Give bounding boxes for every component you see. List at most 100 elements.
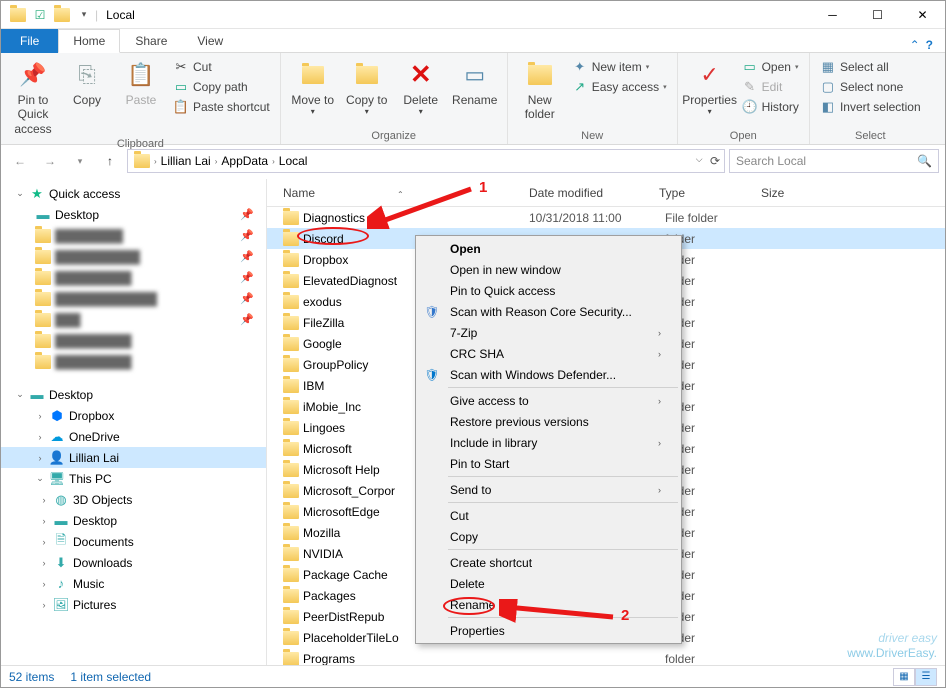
sidebar-item-blur2[interactable]: ██████████📌 <box>1 246 266 267</box>
sidebar-item-blur4[interactable]: ████████████📌 <box>1 288 266 309</box>
ctx-pin-start[interactable]: Pin to Start <box>418 453 679 474</box>
ctx-scan-reason[interactable]: 🛡Scan with Reason Core Security... <box>418 301 679 322</box>
copy-path-button[interactable]: ▭Copy path <box>171 77 272 97</box>
nav-forward-button[interactable]: → <box>37 149 63 173</box>
tab-home[interactable]: Home <box>58 29 120 53</box>
crumb-local[interactable]: Local <box>277 154 310 168</box>
sidebar-music[interactable]: ›♪Music <box>1 573 266 594</box>
ctx-7zip[interactable]: 7-Zip› <box>418 322 679 343</box>
ctx-delete[interactable]: Delete <box>418 573 679 594</box>
ctx-scan-defender[interactable]: 🛡Scan with Windows Defender... <box>418 364 679 385</box>
sidebar-pictures[interactable]: ›🖼Pictures <box>1 594 266 615</box>
sidebar-item-blur1[interactable]: ████████📌 <box>1 225 266 246</box>
cut-icon: ✂ <box>173 59 189 75</box>
sidebar-onedrive[interactable]: ›☁OneDrive <box>1 426 266 447</box>
easy-access-button[interactable]: ↗Easy access ▾ <box>570 77 669 97</box>
col-type[interactable]: Type <box>659 186 761 200</box>
qat-properties-icon[interactable]: ☑ <box>29 4 51 26</box>
history-button[interactable]: 🕘History <box>740 97 801 117</box>
copyto-icon <box>351 59 383 91</box>
crumb-lillian[interactable]: Lillian Lai <box>159 154 213 168</box>
ctx-copy[interactable]: Copy <box>418 526 679 547</box>
chevron-right-icon: › <box>658 485 661 495</box>
move-to-button[interactable]: Move to▾ <box>289 57 337 119</box>
edit-icon: ✎ <box>742 79 758 95</box>
ctx-properties[interactable]: Properties <box>418 620 679 641</box>
cut-button[interactable]: ✂Cut <box>171 57 272 77</box>
ribbon-collapse-icon[interactable]: ⌃ <box>910 38 920 52</box>
invert-selection-button[interactable]: ◧Invert selection <box>818 97 923 117</box>
nav-back-button[interactable]: ← <box>7 149 33 173</box>
properties-button[interactable]: ✓Properties▾ <box>686 57 734 119</box>
refresh-icon[interactable]: ⟳ <box>710 154 720 168</box>
pin-quick-access-button[interactable]: 📌 Pin to Quick access <box>9 57 57 138</box>
paste-button[interactable]: 📋 Paste <box>117 57 165 109</box>
file-name: FileZilla <box>303 316 344 330</box>
sidebar-this-pc[interactable]: ⌄🖥This PC <box>1 468 266 489</box>
ctx-sendto[interactable]: Send to› <box>418 479 679 500</box>
objects3d-icon: ◍ <box>53 492 69 508</box>
rename-button[interactable]: ▭Rename <box>451 57 499 109</box>
qat-newfolder-icon[interactable] <box>51 4 73 26</box>
maximize-button[interactable]: ☐ <box>855 1 900 29</box>
ctx-cut[interactable]: Cut <box>418 505 679 526</box>
qat-dropdown-icon[interactable]: ▾ <box>73 4 95 26</box>
file-name: PeerDistRepub <box>303 610 384 624</box>
ctx-give-access[interactable]: Give access to› <box>418 390 679 411</box>
sidebar-item-blur6[interactable]: █████████ <box>1 330 266 351</box>
ctx-crcsha[interactable]: CRC SHA› <box>418 343 679 364</box>
newfolder-icon <box>524 59 556 91</box>
tab-file[interactable]: File <box>1 29 58 53</box>
ctx-rename[interactable]: Rename <box>418 594 679 615</box>
file-row[interactable]: Diagnostics10/31/2018 11:00File folder <box>267 207 945 228</box>
ctx-shortcut[interactable]: Create shortcut <box>418 552 679 573</box>
new-folder-button[interactable]: New folder <box>516 57 564 124</box>
minimize-button[interactable]: ─ <box>810 1 855 29</box>
col-date[interactable]: Date modified <box>529 186 659 200</box>
view-details-button[interactable]: ☰ <box>915 668 937 686</box>
sidebar-item-blur7[interactable]: █████████ <box>1 351 266 372</box>
folder-icon <box>283 484 299 498</box>
ctx-open[interactable]: Open <box>418 238 679 259</box>
sidebar-documents[interactable]: ›🗎Documents <box>1 531 266 552</box>
sidebar-item-blur3[interactable]: █████████📌 <box>1 267 266 288</box>
paste-shortcut-button[interactable]: 📋Paste shortcut <box>171 97 272 117</box>
watermark: driver easy www.DriverEasy. <box>847 621 937 659</box>
sidebar-dropbox[interactable]: ›⬢Dropbox <box>1 405 266 426</box>
select-all-button[interactable]: ▦Select all <box>818 57 923 77</box>
col-size[interactable]: Size <box>761 186 945 200</box>
crumb-appdata[interactable]: AppData <box>219 154 270 168</box>
col-name[interactable]: Name <box>283 186 315 200</box>
tab-share[interactable]: Share <box>120 29 182 53</box>
ctx-open-new[interactable]: Open in new window <box>418 259 679 280</box>
ctx-restore[interactable]: Restore previous versions <box>418 411 679 432</box>
breadcrumb[interactable]: › Lillian Lai› AppData› Local ⌵ ⟳ <box>127 149 725 173</box>
sidebar-user[interactable]: ›👤Lillian Lai <box>1 447 266 468</box>
sidebar-quick-access[interactable]: ⌄★Quick access <box>1 183 266 204</box>
sidebar-3d-objects[interactable]: ›◍3D Objects <box>1 489 266 510</box>
sidebar-desktop[interactable]: ⌄▬Desktop <box>1 384 266 405</box>
view-thumbnails-button[interactable]: ▦ <box>893 668 915 686</box>
copy-to-button[interactable]: Copy to▾ <box>343 57 391 119</box>
select-none-button[interactable]: ▢Select none <box>818 77 923 97</box>
open-button[interactable]: ▭Open ▾ <box>740 57 801 77</box>
file-name: Google <box>303 337 342 351</box>
sidebar-desktop-pc[interactable]: ›▬Desktop <box>1 510 266 531</box>
column-headers[interactable]: Name⌃ Date modified Type Size <box>267 179 945 207</box>
help-icon[interactable]: ? <box>926 38 933 52</box>
tab-view[interactable]: View <box>182 29 238 53</box>
ctx-include[interactable]: Include in library› <box>418 432 679 453</box>
delete-button[interactable]: ✕Delete▾ <box>397 57 445 119</box>
edit-button[interactable]: ✎Edit <box>740 77 801 97</box>
new-item-button[interactable]: ✦New item ▾ <box>570 57 669 77</box>
ctx-pin-qa[interactable]: Pin to Quick access <box>418 280 679 301</box>
sidebar-downloads[interactable]: ›⬇Downloads <box>1 552 266 573</box>
nav-recent-button[interactable]: ▾ <box>67 149 93 173</box>
nav-up-button[interactable]: ↑ <box>97 149 123 173</box>
close-button[interactable]: ✕ <box>900 1 945 29</box>
copy-button[interactable]: ⎘ Copy <box>63 57 111 109</box>
address-dropdown-icon[interactable]: ⌵ <box>696 154 703 168</box>
search-input[interactable]: Search Local 🔍 <box>729 149 939 173</box>
sidebar-item-desktop-qa[interactable]: ▬Desktop📌 <box>1 204 266 225</box>
sidebar-item-blur5[interactable]: ███📌 <box>1 309 266 330</box>
